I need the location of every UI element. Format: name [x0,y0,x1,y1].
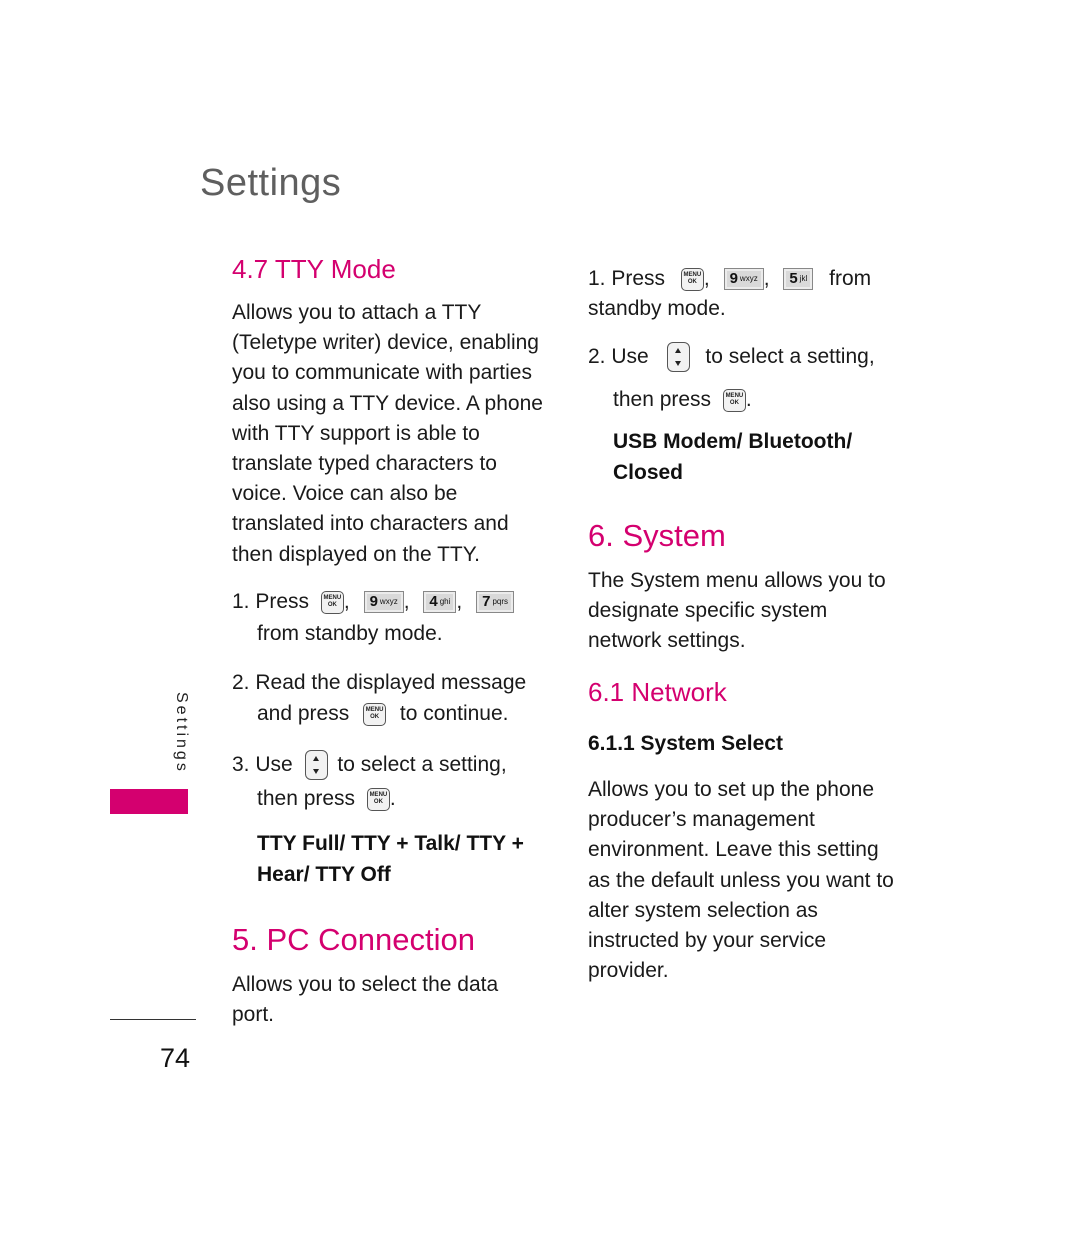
tty-step-3-line2: then press MENU OK. [257,784,396,814]
step-text: . [389,787,396,810]
nav-up-down-key-icon [666,342,690,373]
text-line: environment. Leave this setting [588,838,879,862]
menu-ok-key-icon: MENU OK [366,787,390,811]
key-9-icon: 9 wxyz [363,591,404,614]
text-line: with TTY support is able to [232,421,480,445]
text-line: instructed by your service [588,929,827,953]
step-text: . [745,388,752,411]
step-text: and press [257,702,350,725]
text-line: also using a TTY device. A phone [232,391,543,415]
menu-ok-key-icon: MENU OK [722,388,746,412]
tty-step-2-line2: and press MENU OK to continue. [257,699,509,729]
menu-ok-key-icon: MENU OK [363,702,387,726]
step-text: Use [611,345,649,368]
text-line: you to communicate with parties [232,361,532,385]
text-line: voice. Voice can also be [232,482,458,506]
page-number: 74 [160,1043,191,1073]
step-text: from [829,267,872,290]
option-line: USB Modem/ Bluetooth/ [613,430,853,453]
pc-step-2-line2: then press MENU OK. [613,385,752,415]
text-line: (Teletype writer) device, enabling [232,331,539,355]
tty-options: TTY Full/ TTY + Talk/ TTY + Hear/ TTY Of… [257,828,524,890]
tty-step-3: 3. Use to select a setting, [232,750,507,781]
menu-ok-key-icon: MENU OK [680,267,704,291]
tty-step-1: 1. Press MENU OK, 9 wxyz, 4 ghi, 7 pqrs [232,587,515,617]
tty-step-1-suffix: from standby mode. [257,622,443,645]
step-text: to select a setting, [705,345,875,368]
step-text: Use [255,753,293,776]
text-line: then displayed on the TTY. [232,542,480,566]
pc-connection-options: USB Modem/ Bluetooth/ Closed [613,426,852,488]
section-heading-tty-mode: 4.7 TTY Mode [232,254,396,284]
step-text: then press [257,787,356,810]
text-line: Allows you to select the data [232,973,499,996]
subheading-system-select: 6.1.1 System Select [588,732,783,755]
side-tab-marker [110,789,188,814]
pc-step-1-line2: standby mode. [588,297,726,320]
pc-connection-description: Allows you to select the data port. [232,970,498,1030]
step-number: 2. [588,345,606,368]
step-number: 3. [232,753,250,776]
side-tab-label: Settings [173,692,190,774]
system-select-description: Allows you to set up the phone producer’… [588,775,908,986]
step-text: then press [613,388,712,411]
footer-rule [110,1019,196,1020]
text-line: Allows you to set up the phone [588,778,875,801]
option-line: TTY Full/ TTY + Talk/ TTY + [257,832,524,855]
separator: , [456,590,463,613]
key-5-icon: 5 jkl [783,268,814,291]
step-text: Press [611,267,666,290]
text-line: translate typed characters to [232,452,497,476]
section-heading-pc-connection: 5. PC Connection [232,922,475,957]
step-number: 2. [232,671,250,694]
pc-step-2: 2. Use to select a setting, [588,342,875,373]
text-line: designate specific system [588,599,828,623]
text-line: as the default unless you want to [588,868,894,892]
text-line: The System menu allows you to [588,569,886,592]
menu-ok-key-icon: MENU OK [320,590,344,614]
tty-mode-description: Allows you to attach a TTY (Teletype wri… [232,298,562,570]
system-description: The System menu allows you to designate … [588,566,886,657]
step-text: Read the displayed message [255,671,527,694]
text-line: alter system selection as [588,898,818,922]
text-line: network settings. [588,629,746,653]
step-number: 1. [588,267,606,290]
section-heading-network: 6.1 Network [588,677,727,707]
pc-step-1: 1. Press MENU OK, 9 wxyz, 5 jkl from [588,264,888,294]
step-text: Press [255,590,310,613]
option-line: Hear/ TTY Off [257,863,391,886]
key-9-icon: 9 wxyz [723,268,764,291]
step-text: to select a setting, [337,753,507,776]
text-line: port. [232,1003,275,1027]
separator: , [703,267,710,290]
text-line: Allows you to attach a TTY [232,301,482,324]
step-number: 1. [232,590,250,613]
page-title: Settings [200,162,342,204]
text-line: translated into characters and [232,512,509,536]
key-4-icon: 4 ghi [423,591,457,614]
separator: , [343,590,350,613]
step-text: to continue. [399,702,509,725]
option-line: Closed [613,461,684,484]
text-line: provider. [588,959,669,983]
key-7-icon: 7 pqrs [476,591,515,614]
nav-up-down-key-icon [304,750,328,781]
separator: , [403,590,410,613]
separator: , [763,267,770,290]
section-heading-system: 6. System [588,518,726,553]
text-line: producer’s management [588,808,815,832]
tty-step-2: 2. Read the displayed message [232,668,526,698]
